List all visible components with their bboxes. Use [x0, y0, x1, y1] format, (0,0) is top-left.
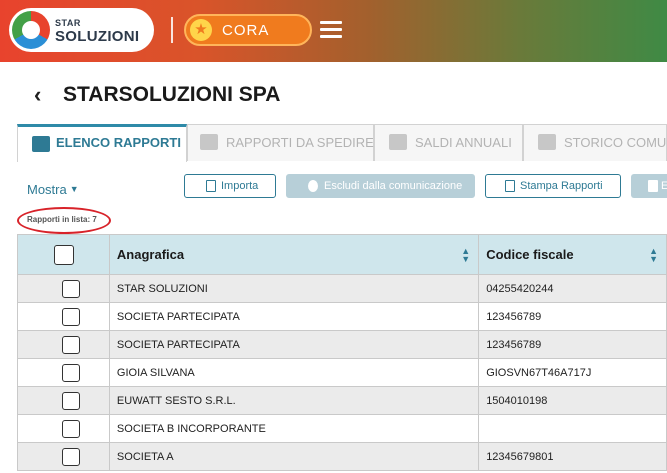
tab-label: RAPPORTI DA SPEDIRE: [226, 135, 374, 150]
tab-storico-comunicazioni[interactable]: STORICO COMUN: [523, 124, 667, 161]
send-icon: [200, 134, 218, 150]
sort-icon[interactable]: ▲ ▼: [461, 247, 470, 264]
import-icon: [206, 180, 216, 192]
table-header-row: Anagrafica ▲ ▼ Codice fiscale ▲ ▼: [17, 234, 667, 275]
importa-button[interactable]: Importa: [184, 174, 276, 198]
codice-fiscale-cell: 12345679801: [478, 442, 667, 471]
top-bar: STAR SOLUZIONI ★ CORA: [0, 0, 667, 62]
row-select-cell: [17, 442, 110, 471]
row-select-cell: [17, 302, 110, 331]
select-all-checkbox[interactable]: [54, 244, 74, 265]
row-select-cell: [17, 274, 110, 303]
row-checkbox[interactable]: [62, 335, 80, 354]
hamburger-menu-icon[interactable]: [320, 21, 342, 39]
row-checkbox[interactable]: [62, 447, 80, 466]
importa-label: Importa: [221, 180, 259, 192]
select-all-cell: [17, 234, 110, 275]
mostra-dropdown[interactable]: Mostra ▼: [27, 182, 79, 197]
cora-app-button[interactable]: ★ CORA: [184, 14, 312, 46]
brand-logo[interactable]: STAR SOLUZIONI: [9, 8, 154, 52]
column-header-codice-fiscale[interactable]: Codice fiscale ▲ ▼: [478, 234, 667, 275]
rapporti-table: Anagrafica ▲ ▼ Codice fiscale ▲ ▼ STAR SOL…: [17, 234, 667, 471]
logo-text-big: SOLUZIONI: [55, 28, 140, 45]
codice-fiscale-cell: 04255420244: [478, 274, 667, 303]
chevron-left-icon[interactable]: ‹: [34, 84, 41, 106]
tab-label: STORICO COMUN: [564, 135, 667, 150]
tab-rapporti-da-spedire[interactable]: RAPPORTI DA SPEDIRE: [187, 124, 374, 161]
stampa-label: Stampa Rapporti: [520, 180, 603, 192]
tab-label: ELENCO RAPPORTI: [56, 135, 181, 150]
elimina-label: E: [661, 180, 667, 192]
caret-down-icon: ▼: [69, 184, 79, 194]
table-row[interactable]: GIOIA SILVANA GIOSVN67T46A717J: [17, 358, 667, 387]
mostra-label: Mostra: [27, 182, 67, 197]
calendar-icon: [389, 134, 407, 150]
cora-label: CORA: [222, 22, 270, 39]
codice-fiscale-cell: [478, 414, 667, 443]
tab-bar: ELENCO RAPPORTI RAPPORTI DA SPEDIRE SALD…: [17, 124, 667, 162]
minus-circle-icon: [308, 180, 318, 192]
table-icon: [538, 134, 556, 150]
anagrafica-cell: SOCIETA B INCORPORANTE: [108, 414, 480, 443]
elimina-button[interactable]: E: [631, 174, 667, 198]
anagrafica-cell: EUWATT SESTO S.R.L.: [108, 386, 480, 415]
column-label: Anagrafica: [116, 247, 185, 262]
codice-fiscale-cell: GIOSVN67T46A717J: [478, 358, 667, 387]
escludi-button[interactable]: Escludi dalla comunicazione: [286, 174, 475, 198]
logo-text-small: STAR: [55, 18, 81, 28]
rapporti-count: Rapporti in lista: 7: [27, 215, 97, 224]
page-title: STARSOLUZIONI SPA: [63, 83, 281, 106]
table-row[interactable]: SOCIETA A 12345679801: [17, 442, 667, 471]
row-checkbox[interactable]: [62, 307, 80, 326]
tab-elenco-rapporti[interactable]: ELENCO RAPPORTI: [17, 124, 187, 162]
anagrafica-cell: SOCIETA A: [108, 442, 480, 471]
anagrafica-cell: SOCIETA PARTECIPATA: [108, 330, 480, 359]
table-row[interactable]: SOCIETA B INCORPORANTE: [17, 414, 667, 443]
column-header-anagrafica[interactable]: Anagrafica ▲ ▼: [108, 234, 480, 275]
row-select-cell: [17, 358, 110, 387]
table-row[interactable]: SOCIETA PARTECIPATA 123456789: [17, 330, 667, 359]
sort-icon[interactable]: ▲ ▼: [649, 247, 658, 264]
header-divider: [171, 17, 173, 43]
codice-fiscale-cell: 1504010198: [478, 386, 667, 415]
row-checkbox[interactable]: [62, 363, 80, 382]
table-row[interactable]: SOCIETA PARTECIPATA 123456789: [17, 302, 667, 331]
starsoluzioni-logo-icon: [12, 11, 50, 49]
table-row[interactable]: STAR SOLUZIONI 04255420244: [17, 274, 667, 303]
anagrafica-cell: SOCIETA PARTECIPATA: [108, 302, 480, 331]
star-icon: ★: [190, 19, 212, 41]
list-icon: [32, 136, 50, 152]
column-label: Codice fiscale: [486, 247, 574, 262]
escludi-label: Escludi dalla comunicazione: [324, 180, 463, 192]
row-checkbox[interactable]: [62, 279, 80, 298]
pdf-icon: [505, 180, 515, 192]
anagrafica-cell: STAR SOLUZIONI: [108, 274, 480, 303]
tab-saldi-annuali[interactable]: SALDI ANNUALI: [374, 124, 523, 161]
row-select-cell: [17, 330, 110, 359]
stampa-rapporti-button[interactable]: Stampa Rapporti: [485, 174, 621, 198]
codice-fiscale-cell: 123456789: [478, 330, 667, 359]
anagrafica-cell: GIOIA SILVANA: [108, 358, 480, 387]
row-checkbox[interactable]: [62, 391, 80, 410]
row-checkbox[interactable]: [62, 419, 80, 438]
trash-icon: [648, 180, 658, 192]
tab-label: SALDI ANNUALI: [415, 135, 512, 150]
table-row[interactable]: EUWATT SESTO S.R.L. 1504010198: [17, 386, 667, 415]
codice-fiscale-cell: 123456789: [478, 302, 667, 331]
row-select-cell: [17, 414, 110, 443]
row-select-cell: [17, 386, 110, 415]
